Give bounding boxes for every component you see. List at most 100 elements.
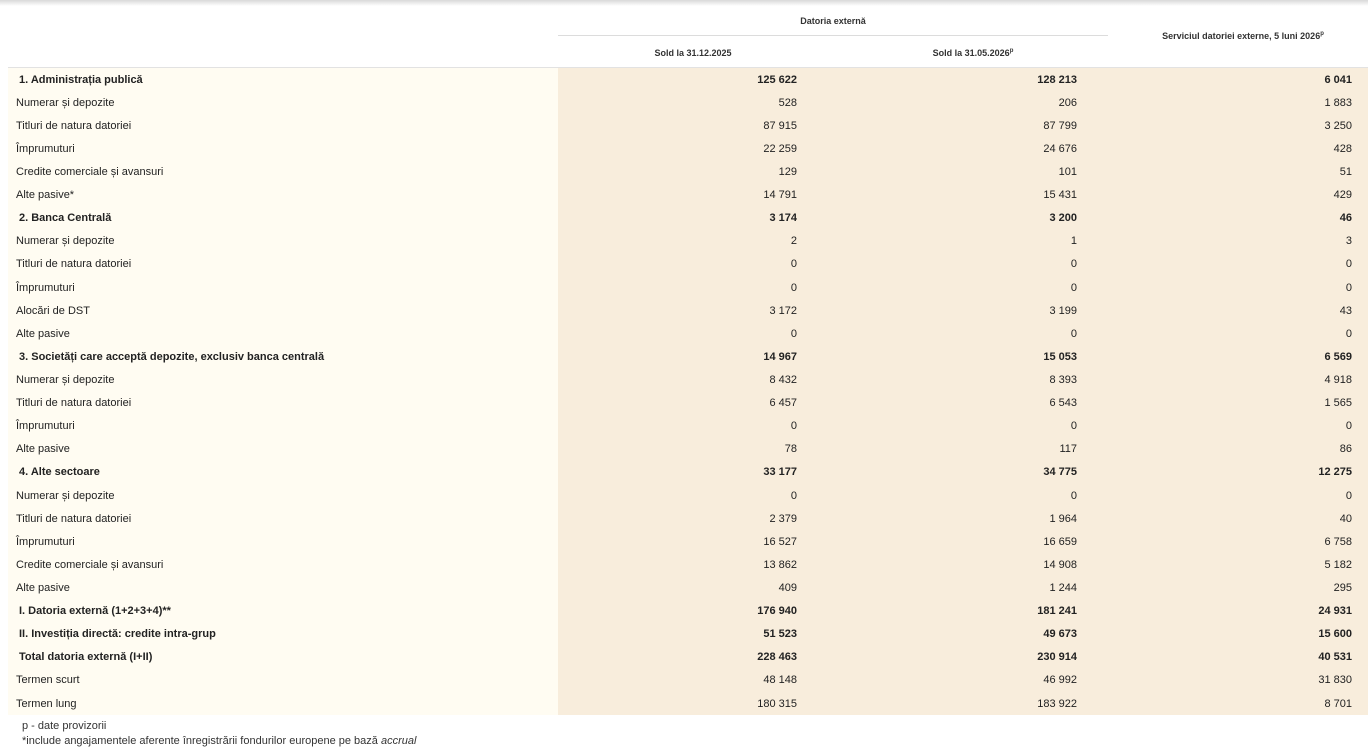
value-sold-2025: 87 915 — [763, 119, 797, 132]
footnote-accrual-text: *include angajamentele aferente înregist… — [22, 735, 378, 747]
value-sold-2026: 3 199 — [1049, 304, 1077, 317]
value-sold-2025: 0 — [790, 489, 797, 502]
value-sold-2025: 22 259 — [763, 142, 797, 155]
row-label: Împrumuturi — [8, 530, 558, 554]
value-sold-2026: 87 799 — [1043, 119, 1077, 132]
value-serviciul: 295 — [1333, 581, 1352, 594]
value-serviciul: 3 250 — [1324, 119, 1352, 132]
value-sold-2026: 1 — [1070, 235, 1077, 248]
value-serviciul: 8 701 — [1324, 697, 1352, 710]
footnote-accrual: *include angajamentele aferente înregist… — [22, 734, 416, 749]
value-sold-2025: 2 379 — [769, 512, 797, 525]
header-col-sold-2026-text: Sold la 31.05.2026 — [932, 48, 1010, 58]
footnote-provisional: p - date provizorii — [22, 720, 107, 732]
row-values: 6 457 6 543 1 565 — [558, 391, 1368, 415]
value-sold-2026: 101 — [1058, 165, 1077, 178]
value-serviciul: 0 — [1345, 327, 1352, 340]
row-label: Numerar și depozite — [8, 91, 558, 115]
data-table: 1. Administrația publică 125 622 128 213 6 … — [8, 68, 1368, 716]
row-values: 13 862 14 908 5 182 — [558, 553, 1368, 577]
row-values: 0 0 0 — [558, 275, 1368, 300]
value-sold-2026: 49 673 — [1043, 628, 1077, 641]
value-serviciul: 51 — [1339, 165, 1352, 178]
value-sold-2025: 14 791 — [763, 189, 797, 202]
footnote-accrual-italic: accrual — [380, 735, 417, 747]
table-row: Împrumuturi 0 0 0 — [8, 275, 1368, 300]
value-sold-2025: 409 — [778, 581, 797, 594]
header-col-sold-2026-sup: p — [1009, 48, 1014, 54]
row-label: Numerar și depozite — [8, 483, 558, 508]
value-sold-2025: 3 172 — [769, 304, 797, 317]
value-serviciul: 0 — [1345, 420, 1352, 433]
value-serviciul: 4 918 — [1324, 373, 1352, 386]
value-sold-2025: 6 457 — [769, 397, 797, 410]
table-row: 3. Societăți care acceptă depozite, excl… — [8, 345, 1368, 369]
value-sold-2025: 48 148 — [763, 674, 797, 687]
top-shadow — [0, 0, 1368, 6]
table-row: Titluri de natura datoriei 0 0 0 — [8, 252, 1368, 276]
value-sold-2025: 528 — [778, 96, 797, 109]
value-sold-2026: 15 053 — [1043, 350, 1077, 363]
row-label: 4. Alte sectoare — [8, 460, 558, 484]
row-label: Titluri de natura datoriei — [8, 507, 558, 531]
value-sold-2026: 0 — [1070, 420, 1077, 433]
value-sold-2025: 228 463 — [757, 651, 797, 664]
table-row: Numerar și depozite 2 1 3 — [8, 229, 1368, 253]
value-sold-2026: 16 659 — [1043, 535, 1077, 548]
row-label: Împrumuturi — [8, 414, 558, 438]
row-label: I. Datoria externă (1+2+3+4)** — [8, 599, 558, 623]
table-row: Numerar și depozite 0 0 0 — [8, 483, 1368, 508]
table-row: Total datoria externă (I+II) 228 463 230 9… — [8, 645, 1368, 669]
row-label: 3. Societăți care acceptă depozite, excl… — [8, 345, 558, 369]
row-label: Credite comerciale și avansuri — [8, 160, 558, 184]
row-values: 3 174 3 200 46 — [558, 206, 1368, 230]
value-serviciul: 6 758 — [1324, 535, 1352, 548]
header-col-serviciul-text: Serviciul datoriei externe, 5 luni 2026 — [1162, 31, 1321, 41]
value-serviciul: 1 883 — [1324, 96, 1352, 109]
value-sold-2026: 181 241 — [1037, 605, 1077, 618]
value-sold-2026: 34 775 — [1043, 466, 1077, 479]
value-sold-2025: 33 177 — [763, 466, 797, 479]
table-row: Alte pasive 78 117 86 — [8, 437, 1368, 461]
row-label: Titluri de natura datoriei — [8, 114, 558, 138]
table-row: Alte pasive* 14 791 15 431 429 — [8, 183, 1368, 207]
table-row: Alocări de DST 3 172 3 199 43 — [8, 299, 1368, 323]
table-row: Termen lung 180 315 183 922 8 701 — [8, 691, 1368, 716]
table-row: Titluri de natura datoriei 87 915 87 799 3 … — [8, 114, 1368, 138]
value-sold-2026: 24 676 — [1043, 142, 1077, 155]
table-row: I. Datoria externă (1+2+3+4)** 176 940 181… — [8, 599, 1368, 623]
row-label: Alte pasive — [8, 437, 558, 461]
row-values: 0 0 0 — [558, 322, 1368, 346]
value-serviciul: 40 — [1339, 512, 1352, 525]
table-row: Titluri de natura datoriei 2 379 1 964 40 — [8, 507, 1368, 531]
row-values: 409 1 244 295 — [558, 576, 1368, 600]
row-values: 176 940 181 241 24 931 — [558, 599, 1368, 623]
header-col-serviciul: Serviciul datoriei externe, 5 luni 2026p — [1118, 31, 1368, 41]
value-sold-2025: 0 — [790, 281, 797, 294]
header-col-sold-2026: Sold la 31.05.2026p — [838, 48, 1108, 58]
row-label: Numerar și depozite — [8, 229, 558, 253]
row-values: 2 1 3 — [558, 229, 1368, 253]
value-sold-2026: 46 992 — [1043, 674, 1077, 687]
row-label: Alte pasive — [8, 322, 558, 346]
row-label: Titluri de natura datoriei — [8, 252, 558, 276]
table-row: 4. Alte sectoare 33 177 34 775 12 275 — [8, 460, 1368, 484]
table-row: Titluri de natura datoriei 6 457 6 543 1 56… — [8, 391, 1368, 415]
row-values: 0 0 0 — [558, 252, 1368, 276]
value-sold-2026: 0 — [1070, 281, 1077, 294]
value-sold-2026: 0 — [1070, 489, 1077, 502]
table-row: Împrumuturi 22 259 24 676 428 — [8, 137, 1368, 161]
value-serviciul: 1 565 — [1324, 397, 1352, 410]
value-sold-2026: 14 908 — [1043, 558, 1077, 571]
table-row: Credite comerciale și avansuri 129 101 51 — [8, 160, 1368, 184]
value-serviciul: 429 — [1333, 189, 1352, 202]
value-sold-2026: 206 — [1058, 96, 1077, 109]
value-sold-2026: 8 393 — [1049, 373, 1077, 386]
row-values: 2 379 1 964 40 — [558, 507, 1368, 531]
value-sold-2025: 176 940 — [757, 605, 797, 618]
value-serviciul: 0 — [1345, 258, 1352, 271]
value-sold-2026: 6 543 — [1049, 397, 1077, 410]
value-sold-2025: 180 315 — [757, 697, 797, 710]
row-label: Termen scurt — [8, 668, 558, 692]
value-serviciul: 46 — [1339, 212, 1352, 225]
